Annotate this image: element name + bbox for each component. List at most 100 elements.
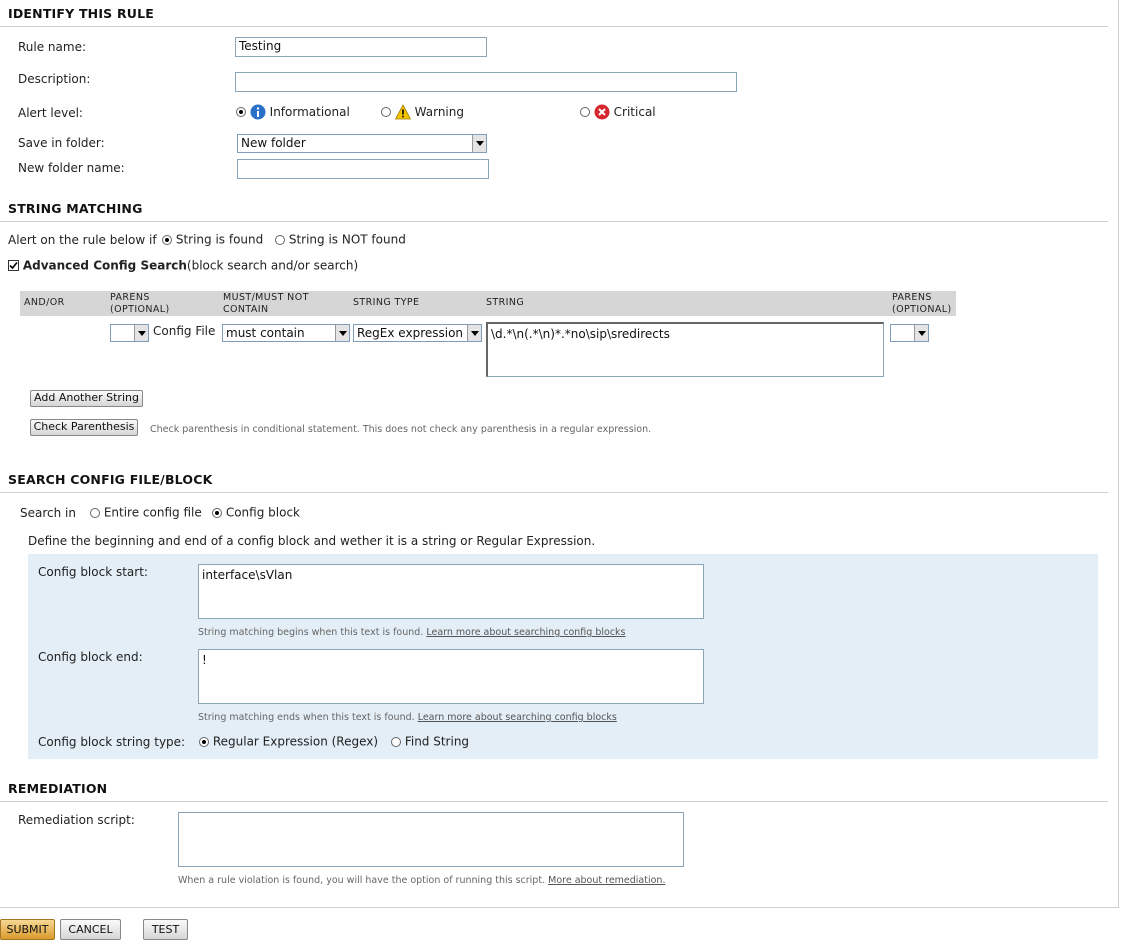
check-parenthesis-hint: Check parenthesis in conditional stateme…: [150, 424, 652, 435]
find-string-label: Find String: [404, 734, 470, 749]
remediation-hint-text: When a rule violation is found, you will…: [178, 875, 546, 886]
new-folder-input[interactable]: [237, 159, 489, 179]
check-parenthesis-button[interactable]: Check Parenthesis: [30, 419, 138, 436]
description-label: Description:: [18, 72, 91, 86]
header-and-or: AND/OR: [24, 297, 65, 308]
block-end-hint: String matching ends when this text is f…: [198, 712, 617, 723]
block-end-textarea[interactable]: !: [198, 649, 704, 704]
regex-option[interactable]: Regular Expression (Regex): [199, 734, 378, 749]
regex-radio[interactable]: [199, 736, 209, 747]
learn-more-config-blocks-link[interactable]: Learn more about searching config blocks: [426, 627, 625, 638]
new-folder-label: New folder name:: [18, 161, 125, 175]
advanced-search-checkbox[interactable]: [8, 260, 19, 271]
string-not-found-radio[interactable]: [275, 234, 285, 245]
divider: [0, 801, 1108, 802]
info-icon: [250, 104, 266, 120]
block-start-hint: String matching begins when this text is…: [198, 627, 626, 638]
learn-more-config-blocks-link[interactable]: Learn more about searching config blocks: [418, 712, 617, 723]
header-string: STRING: [486, 297, 525, 308]
rule-name-label: Rule name:: [18, 40, 87, 54]
section-title-search-config: SEARCH CONFIG FILE/BLOCK: [8, 472, 213, 487]
informational-radio[interactable]: [236, 107, 246, 117]
test-button[interactable]: TEST: [143, 919, 188, 940]
submit-button[interactable]: SUBMIT: [0, 919, 55, 940]
parens-open-select[interactable]: [110, 324, 149, 342]
right-border: [1118, 0, 1119, 907]
block-start-label: Config block start:: [38, 565, 148, 579]
header-parens-open-2: (OPTIONAL): [110, 304, 170, 315]
section-title-identify: IDENTIFY THIS RULE: [8, 6, 155, 21]
string-type-value: RegEx expression: [357, 326, 464, 340]
remediation-script-textarea[interactable]: [178, 812, 684, 867]
regex-label: Regular Expression (Regex): [212, 734, 379, 749]
alert-if-label: Alert on the rule below if: [8, 233, 157, 247]
find-string-option[interactable]: Find String: [391, 734, 469, 749]
config-block-label: Config block: [225, 505, 300, 520]
divider: [0, 26, 1108, 27]
advanced-search-row[interactable]: Advanced Config Search(block search and/…: [8, 258, 358, 273]
cancel-button[interactable]: CANCEL: [60, 919, 121, 940]
chevron-down-icon[interactable]: [472, 135, 486, 152]
must-contain-value: must contain: [226, 326, 305, 340]
critical-label: Critical: [613, 105, 656, 119]
bottom-border: [0, 907, 1119, 908]
define-block-text: Define the beginning and end of a config…: [28, 534, 596, 548]
alert-level-label: Alert level:: [18, 106, 83, 120]
warning-radio[interactable]: [381, 107, 391, 117]
search-in-label: Search in: [20, 506, 76, 520]
header-parens-open-1: PARENS: [110, 292, 150, 303]
divider: [0, 492, 1108, 493]
string-found-option[interactable]: String is found: [162, 232, 263, 247]
advanced-search-label: Advanced Config Search: [22, 258, 187, 273]
string-found-radio[interactable]: [162, 234, 172, 245]
alert-option-warning[interactable]: Warning: [381, 104, 464, 120]
informational-label: Informational: [269, 105, 350, 119]
string-not-found-option[interactable]: String is NOT found: [275, 232, 406, 247]
more-about-remediation-link[interactable]: More about remediation.: [548, 875, 665, 886]
warning-label: Warning: [414, 105, 464, 119]
save-folder-label: Save in folder:: [18, 136, 105, 150]
alert-option-informational[interactable]: Informational: [236, 104, 350, 120]
remediation-hint: When a rule violation is found, you will…: [178, 875, 665, 886]
string-found-label: String is found: [175, 232, 264, 247]
block-start-hint-text: String matching begins when this text is…: [198, 627, 424, 638]
header-string-type: STRING TYPE: [353, 297, 420, 308]
remediation-script-label: Remediation script:: [18, 813, 135, 827]
block-end-label: Config block end:: [38, 650, 143, 664]
block-type-label: Config block string type:: [38, 735, 186, 749]
config-block-radio[interactable]: [212, 507, 222, 518]
section-title-string-matching: STRING MATCHING: [8, 201, 143, 216]
string-type-select[interactable]: RegEx expression: [353, 324, 482, 342]
critical-icon: [594, 104, 610, 120]
header-must-1: MUST/MUST NOT: [223, 292, 309, 303]
chevron-down-icon[interactable]: [335, 325, 349, 341]
warning-icon: [394, 104, 411, 120]
header-parens-close-2: (OPTIONAL): [892, 304, 952, 315]
save-folder-value: New folder: [241, 136, 306, 150]
checkmark-icon: [9, 261, 18, 270]
entire-config-radio[interactable]: [90, 507, 100, 518]
string-textarea[interactable]: \d.*\n(.*\n)*.*no\sip\sredirects: [486, 322, 884, 377]
config-block-option[interactable]: Config block: [212, 505, 300, 520]
divider: [0, 221, 1108, 222]
parens-close-select[interactable]: [890, 324, 929, 342]
header-must-2: CONTAIN: [223, 304, 269, 315]
string-not-found-label: String is NOT found: [288, 232, 406, 247]
add-another-string-button[interactable]: Add Another String: [30, 390, 143, 407]
header-parens-close-1: PARENS: [892, 292, 932, 303]
chevron-down-icon[interactable]: [134, 325, 148, 341]
chevron-down-icon[interactable]: [467, 325, 481, 341]
string-table-header: AND/OR PARENS (OPTIONAL) MUST/MUST NOT C…: [20, 291, 956, 316]
rule-name-input[interactable]: Testing: [235, 37, 487, 57]
critical-radio[interactable]: [580, 107, 590, 117]
section-title-remediation: REMEDIATION: [8, 781, 108, 796]
save-folder-select[interactable]: New folder: [237, 134, 487, 153]
chevron-down-icon[interactable]: [914, 325, 928, 341]
find-string-radio[interactable]: [391, 736, 401, 747]
config-file-label: Config File: [153, 324, 216, 338]
entire-config-option[interactable]: Entire config file: [90, 505, 202, 520]
alert-option-critical[interactable]: Critical: [580, 104, 656, 120]
block-start-textarea[interactable]: interface\sVlan: [198, 564, 704, 619]
description-input[interactable]: [235, 72, 737, 92]
must-contain-select[interactable]: must contain: [222, 324, 350, 342]
